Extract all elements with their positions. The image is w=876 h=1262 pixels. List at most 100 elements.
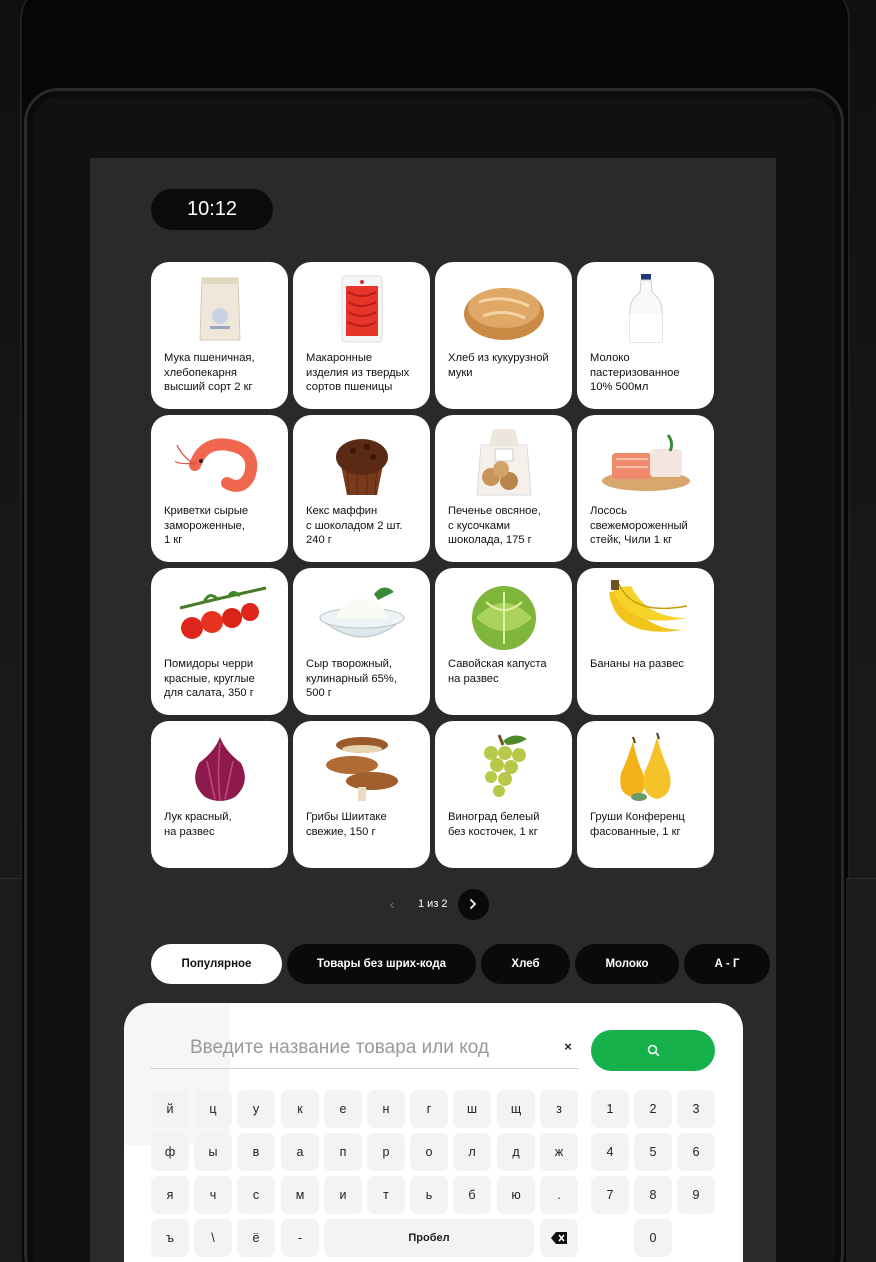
key-letter[interactable]: ю (497, 1176, 535, 1214)
key-digit[interactable]: 3 (677, 1090, 715, 1128)
mushrooms-icon (293, 731, 430, 805)
search-button[interactable] (591, 1030, 715, 1071)
category-tab[interactable]: Популярное (151, 944, 282, 984)
cookies-bag-icon (435, 425, 572, 499)
key-letter[interactable]: ь (410, 1176, 448, 1214)
salmon-steak-icon (577, 425, 714, 499)
keyboard-panel: × йцукенгшщз фывапролдж ячсмитьбю. ъ\ё-Проб… (124, 1003, 743, 1262)
key-letter[interactable]: ч (194, 1176, 232, 1214)
key-letter[interactable]: р (367, 1133, 405, 1171)
key-letter[interactable]: з (540, 1090, 578, 1128)
key-digit[interactable]: 1 (591, 1090, 629, 1128)
product-card[interactable]: Печенье овсяное, с кусочками шоколада, 1… (435, 415, 572, 562)
key-letter[interactable]: а (281, 1133, 319, 1171)
key-letter[interactable]: в (237, 1133, 275, 1171)
key-letter[interactable]: ш (453, 1090, 491, 1128)
key-letter[interactable]: г (410, 1090, 448, 1128)
category-tab[interactable]: Молоко (575, 944, 679, 984)
product-name: Молоко пастеризованное 10% 500мл (590, 352, 680, 393)
category-tab[interactable]: А - Г (684, 944, 770, 984)
key-letter[interactable]: е (324, 1090, 362, 1128)
key-digit[interactable]: 0 (634, 1219, 672, 1257)
key-letter[interactable]: й (151, 1090, 189, 1128)
key-letter[interactable]: о (410, 1133, 448, 1171)
backspace-icon (551, 1232, 567, 1244)
bread-icon (435, 272, 572, 346)
key-letter[interactable]: - (281, 1219, 319, 1257)
product-card[interactable]: Савойская капуста на развес (435, 568, 572, 715)
key-letter[interactable]: ж (540, 1133, 578, 1171)
key-digit[interactable]: 4 (591, 1133, 629, 1171)
key-letter[interactable]: н (367, 1090, 405, 1128)
search-input[interactable] (190, 1033, 540, 1063)
key-digit[interactable]: 5 (634, 1133, 672, 1171)
key-digit[interactable]: 6 (677, 1133, 715, 1171)
product-name: Грибы Шиитаке свежие, 150 г (306, 811, 387, 838)
category-tab[interactable]: Хлеб (481, 944, 570, 984)
product-name: Бананы на развес (590, 658, 684, 670)
product-card[interactable]: Хлеб из кукурузной муки (435, 262, 572, 409)
cherry-tomatoes-icon (151, 578, 288, 652)
red-onion-icon (151, 731, 288, 805)
product-card[interactable]: Бананы на развес (577, 568, 714, 715)
key-letter[interactable]: . (540, 1176, 578, 1214)
category-tabs: Популярное Товары без шрих-кода Хлеб Молоко… (151, 944, 770, 984)
product-card[interactable]: Сыр творожный, кулинарный 65%, 500 г (293, 568, 430, 715)
key-letter[interactable]: ф (151, 1133, 189, 1171)
prev-page-button[interactable]: ‹ (380, 896, 404, 912)
product-name: Мука пшеничная, хлебопекарня высший сорт… (164, 352, 255, 393)
key-letter[interactable]: к (281, 1090, 319, 1128)
key-letter[interactable]: ы (194, 1133, 232, 1171)
product-card[interactable]: Лосось свежемороженный стейк, Чили 1 кг (577, 415, 714, 562)
key-letter[interactable]: т (367, 1176, 405, 1214)
backspace-key[interactable] (540, 1219, 578, 1257)
search-icon (647, 1044, 659, 1057)
product-card[interactable]: Кекс маффин с шоколадом 2 шт. 240 г (293, 415, 430, 562)
pears-icon (577, 731, 714, 805)
product-card[interactable]: Макаронные изделия из твердых сортов пше… (293, 262, 430, 409)
product-card[interactable]: Молоко пастеризованное 10% 500мл (577, 262, 714, 409)
shrimp-icon (151, 425, 288, 499)
next-page-button[interactable] (457, 888, 489, 920)
key-letter[interactable]: \ (194, 1219, 232, 1257)
key-letter[interactable]: ъ (151, 1219, 189, 1257)
product-name: Хлеб из кукурузной муки (448, 352, 549, 379)
product-card[interactable]: Виноград белеый без косточек, 1 кг (435, 721, 572, 868)
key-letter[interactable]: я (151, 1176, 189, 1214)
product-name: Груши Конференц фасованные, 1 кг (590, 811, 685, 838)
key-letter[interactable]: у (237, 1090, 275, 1128)
product-name: Сыр творожный, кулинарный 65%, 500 г (306, 658, 397, 699)
product-card[interactable]: Груши Конференц фасованные, 1 кг (577, 721, 714, 868)
key-letter[interactable]: ё (237, 1219, 275, 1257)
product-name: Лук красный, на развес (164, 811, 232, 838)
key-letter[interactable]: м (281, 1176, 319, 1214)
key-letter[interactable]: и (324, 1176, 362, 1214)
key-digit[interactable]: 2 (634, 1090, 672, 1128)
key-digit[interactable]: 8 (634, 1176, 672, 1214)
grapes-icon (435, 731, 572, 805)
key-digit[interactable]: 7 (591, 1176, 629, 1214)
key-letter[interactable]: б (453, 1176, 491, 1214)
category-tab[interactable]: Товары без шрих-кода (287, 944, 476, 984)
key-digit[interactable]: 9 (677, 1176, 715, 1214)
key-letter[interactable]: п (324, 1133, 362, 1171)
key-letter[interactable]: с (237, 1176, 275, 1214)
product-name: Виноград белеый без косточек, 1 кг (448, 811, 540, 838)
product-grid: Мука пшеничная, хлебопекарня высший сорт… (151, 262, 714, 868)
clear-search-button[interactable]: × (560, 1039, 576, 1055)
product-card[interactable]: Криветки сырые замороженные, 1 кг (151, 415, 288, 562)
product-card[interactable]: Мука пшеничная, хлебопекарня высший сорт… (151, 262, 288, 409)
muffin-icon (293, 425, 430, 499)
key-letter[interactable]: ц (194, 1090, 232, 1128)
cabbage-icon (435, 578, 572, 652)
page-indicator: 1 из 2 (418, 898, 448, 910)
space-key[interactable]: Пробел (324, 1219, 534, 1257)
key-letter[interactable]: щ (497, 1090, 535, 1128)
product-name: Лосось свежемороженный стейк, Чили 1 кг (590, 505, 688, 546)
key-letter[interactable]: д (497, 1133, 535, 1171)
product-card[interactable]: Грибы Шиитаке свежие, 150 г (293, 721, 430, 868)
flour-bag-icon (151, 272, 288, 346)
product-card[interactable]: Лук красный, на развес (151, 721, 288, 868)
product-card[interactable]: Помидоры черри красные, круглые для сала… (151, 568, 288, 715)
key-letter[interactable]: л (453, 1133, 491, 1171)
